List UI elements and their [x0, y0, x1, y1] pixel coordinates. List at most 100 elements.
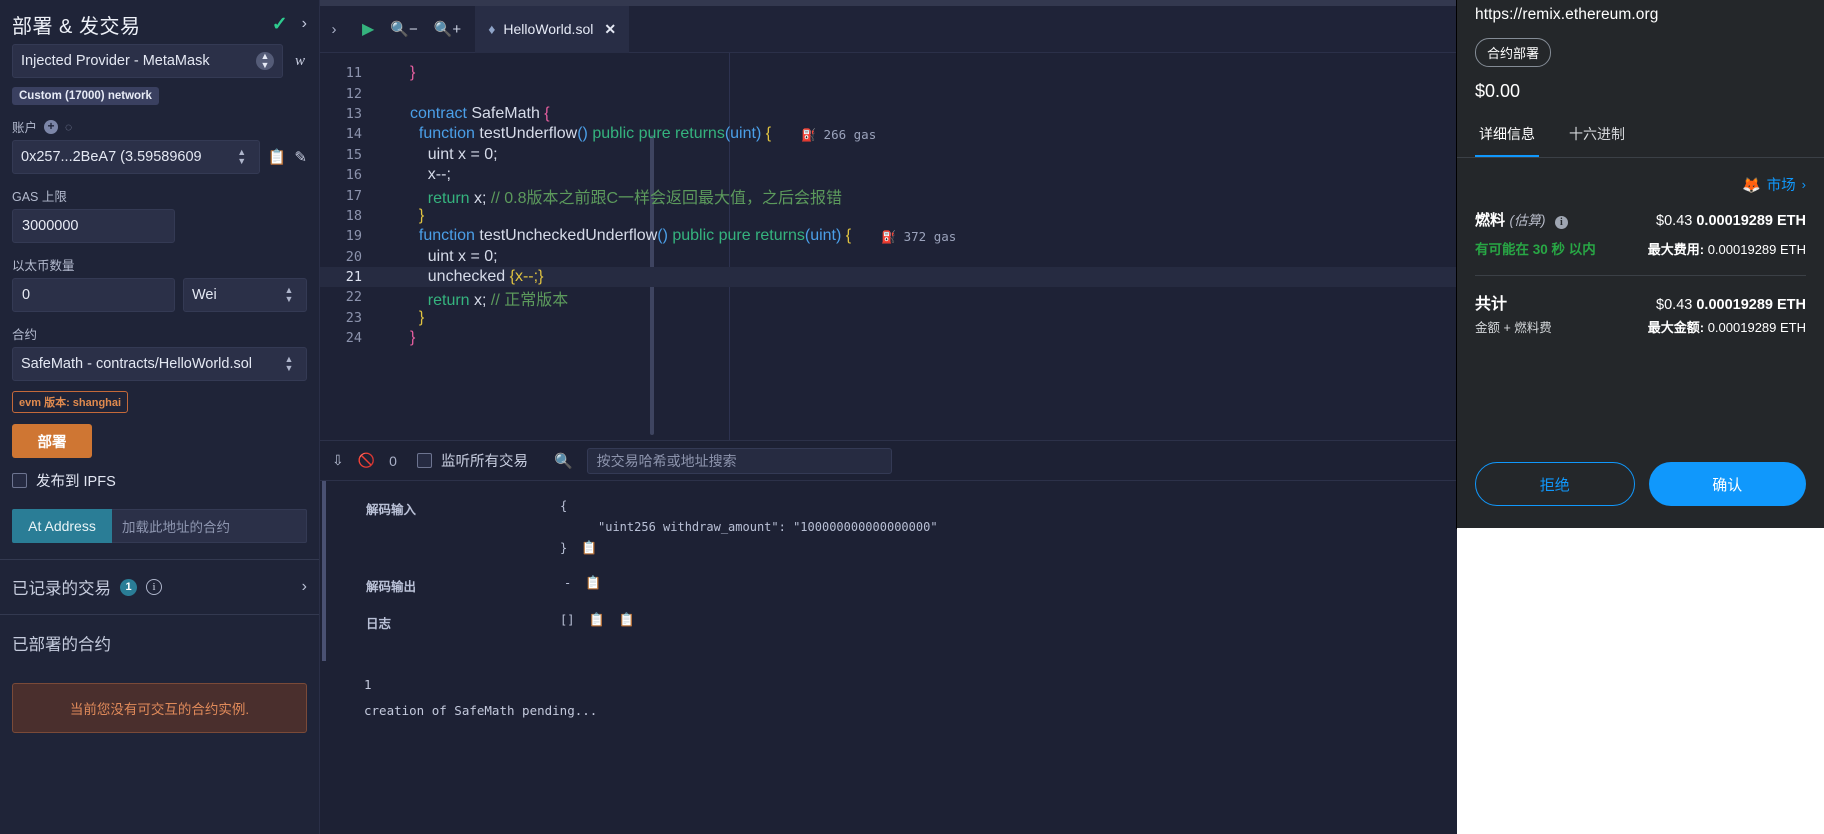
account-select[interactable]: 0x257...2BeA7 (3.59589609 ▲ ▼	[12, 140, 260, 174]
app-root: 部署 & 发交易 ✓ › Injected Provider - MetaMas…	[0, 0, 1824, 834]
code-text: }	[410, 329, 416, 347]
account-row: 0x257...2BeA7 (3.59589609 ▲ ▼ 📋 ✎	[12, 140, 307, 174]
total-value-wrap: $0.43 0.00019289 ETH	[1656, 297, 1806, 313]
chevron-right-icon[interactable]: ›	[302, 578, 307, 596]
solidity-icon: ♦	[488, 21, 496, 37]
decoded-output-value-wrap: - 📋	[564, 576, 601, 591]
total-row: 共计 $0.43 0.00019289 ETH	[1475, 290, 1806, 314]
metamask-tabs: 详细信息 十六进制	[1457, 114, 1824, 158]
line-number: 19	[345, 228, 362, 245]
gas-row: 燃料 (估算) i $0.43 0.00019289 ETH	[1475, 209, 1806, 230]
gas-max-label: 最大费用:	[1647, 242, 1705, 257]
confirm-button[interactable]: 确认	[1648, 462, 1806, 506]
tab-hex[interactable]: 十六进制	[1565, 114, 1629, 157]
decoded-output-value: -	[564, 576, 572, 590]
file-tab-helloworld[interactable]: ♦ HelloWorld.sol ✕	[475, 5, 630, 53]
chevron-updown-icon: ▲ ▼	[237, 148, 247, 166]
code-text: unchecked {x--;}	[410, 268, 544, 286]
line-number: 22	[345, 289, 362, 306]
account-label-row: 账户 + ◌	[12, 117, 307, 136]
copy-icon[interactable]: 📋	[585, 576, 601, 591]
plus-circle-icon[interactable]: +	[44, 119, 59, 134]
gas-max-wrap: 最大费用: 0.00019289 ETH	[1648, 239, 1806, 258]
chevron-updown-icon: ▲ ▼	[256, 52, 274, 70]
market-label: 市场	[1766, 178, 1796, 194]
listen-all-transactions-row[interactable]: 监听所有交易	[416, 450, 528, 471]
contract-select[interactable]: SafeMath - contracts/HelloWorld.sol ▲ ▼	[12, 347, 307, 381]
deploy-button[interactable]: 部署	[12, 424, 92, 458]
total-sub-row: 金额 + 燃料费 最大金额: 0.00019289 ETH	[1475, 317, 1806, 336]
zoom-in-icon[interactable]: 🔍+	[434, 20, 461, 38]
file-tab-label: HelloWorld.sol	[503, 21, 594, 37]
code-text: uint x = 0;	[427, 247, 498, 265]
total-fiat: $0.43	[1656, 297, 1693, 313]
publish-ipfs-row[interactable]: 发布到 IPFS	[12, 470, 307, 491]
origin-badge[interactable]: 合约部署	[1475, 38, 1552, 67]
chevron-right-icon: ›	[1801, 177, 1806, 192]
gas-speed: 有可能在 30 秒 以内	[1475, 242, 1596, 257]
code-text: uint x = 0;	[427, 145, 498, 163]
metamask-actions: 拒绝 确认	[1457, 462, 1824, 528]
gas-subtitle: (估算)	[1509, 213, 1546, 228]
status-number: 1	[364, 677, 372, 692]
at-address-button[interactable]: At Address	[12, 509, 112, 543]
info-icon[interactable]: i	[1554, 216, 1568, 229]
gas-limit-input[interactable]: 3000000	[12, 209, 175, 243]
line-number: 16	[345, 167, 362, 184]
copy-icon[interactable]: 📋	[581, 541, 597, 556]
total-max-label: 最大金额:	[1647, 320, 1705, 335]
double-chevron-down-icon[interactable]: ⇩	[332, 452, 344, 469]
total-eth: 0.00019289 ETH	[1696, 297, 1806, 313]
edit-icon[interactable]: ✎	[294, 148, 307, 166]
terminal-scrollbar[interactable]	[322, 481, 326, 661]
gas-limit-label: GAS 上限	[12, 190, 67, 204]
check-icon: ✓	[271, 13, 288, 35]
search-icon[interactable]: 🔍	[554, 452, 573, 470]
code-text: x--;	[410, 166, 451, 184]
copy-icon[interactable]: 📋	[588, 613, 604, 628]
panel-expand-icon[interactable]: ›	[302, 15, 307, 33]
play-icon[interactable]: ▶	[362, 19, 374, 39]
at-address-input[interactable]: 加载此地址的合约	[112, 509, 307, 543]
decoded-input-open-brace: {	[560, 499, 568, 513]
publish-ipfs-label: 发布到 IPFS	[36, 474, 116, 490]
value-unit-select[interactable]: Wei ▲ ▼	[183, 278, 307, 312]
close-icon[interactable]: ✕	[604, 21, 616, 38]
copy-icon[interactable]: 📋	[619, 613, 635, 628]
ban-icon[interactable]: 🚫	[358, 452, 375, 469]
value-unit: Wei	[192, 287, 217, 303]
publish-ipfs-checkbox[interactable]	[12, 473, 27, 488]
chevron-updown-icon: ▲ ▼	[284, 285, 294, 304]
logs-value-wrap: [] 📋 📋	[560, 613, 635, 628]
page-background	[1457, 528, 1824, 834]
line-number: 18	[345, 207, 362, 224]
terminal-search-input[interactable]: 按交易哈希或地址搜索	[586, 447, 892, 474]
line-number: 13	[345, 105, 362, 122]
info-circle-icon[interactable]: i	[146, 579, 162, 595]
copy-icon[interactable]: 📋	[268, 148, 287, 166]
deployed-contracts-label: 已部署的合约	[12, 636, 111, 654]
deployed-contracts-section: 已部署的合约	[12, 615, 307, 671]
info-icon[interactable]: w	[293, 53, 307, 70]
value-input[interactable]: 0	[12, 278, 175, 312]
environment-select[interactable]: Injected Provider - MetaMask ▲ ▼	[12, 44, 283, 78]
line-number: 20	[345, 248, 362, 265]
decoded-input-open: {	[560, 499, 567, 513]
editor-tools: ▶ 🔍− 🔍+	[348, 19, 475, 39]
listen-all-checkbox[interactable]	[416, 453, 432, 468]
reject-button[interactable]: 拒绝	[1475, 462, 1635, 506]
account-label: 账户	[12, 121, 38, 135]
line-number: 12	[345, 85, 362, 102]
tab-details[interactable]: 详细信息	[1475, 114, 1539, 157]
environment-row: Injected Provider - MetaMask ▲ ▼ w	[12, 44, 307, 78]
terminal-count: 0	[389, 452, 397, 469]
code-text: }	[410, 308, 425, 326]
line-number: 14	[345, 126, 362, 143]
market-link[interactable]: 🦊 市场 ›	[1475, 174, 1806, 195]
divider	[1475, 275, 1806, 276]
gas-max-value: 0.00019289 ETH	[1707, 242, 1806, 257]
zoom-out-icon[interactable]: 🔍−	[390, 20, 417, 38]
recorded-transactions-section[interactable]: 已记录的交易 1 i ›	[12, 560, 307, 614]
decoded-input-label: 解码输入	[366, 503, 417, 517]
sidebar-expand-icon[interactable]: ›	[320, 21, 348, 38]
